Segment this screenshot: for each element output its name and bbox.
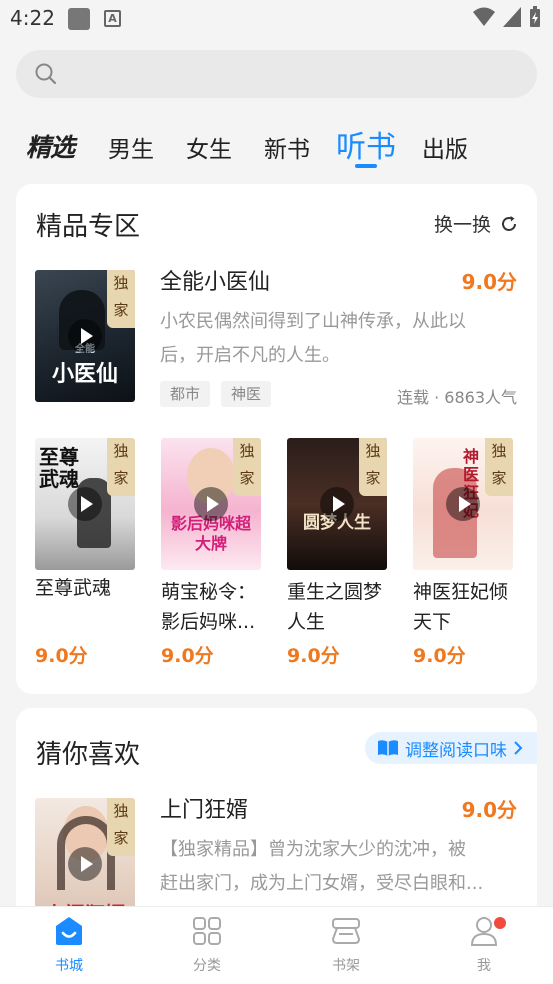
recommend-book-score: 9.0分 (461, 798, 517, 822)
main-book-meta: 连载 · 6863人气 (397, 388, 517, 407)
status-bar: 4:22 A (0, 0, 553, 38)
recommend-book-desc-2: 赶出家门，成为上门女婿，受尽白眼和... (160, 873, 484, 894)
exclusive-badge: 独家 (107, 270, 135, 328)
tag-dushi[interactable]: 都市 (160, 381, 211, 407)
refresh-button[interactable]: 换一换 (434, 210, 519, 237)
grid-book-title-4a[interactable]: 神医狂妃倾 (413, 575, 523, 609)
category-tabs: 精选 男生 女生 新书 听书 出版 (0, 112, 553, 172)
exclusive-badge: 独家 (485, 438, 513, 496)
grid-book-cover-1[interactable]: 至尊武魂 独家 (35, 438, 135, 570)
active-tab-indicator (355, 164, 377, 168)
nav-bookshelf[interactable]: 书架 (306, 915, 386, 975)
grid-book-title-2b[interactable]: 影后妈咪... (161, 605, 271, 639)
exclusive-badge: 独家 (359, 438, 387, 496)
main-book-desc-1: 小农民偶然间得到了山神传承，从此以 (160, 311, 466, 332)
play-icon (446, 487, 480, 521)
recommend-section: 猜你喜欢 调整阅读口味 上门狂婿 独家 上门狂婿 9.0分 【独家精品】曾为沈家… (16, 708, 537, 918)
grid-book-score-2: 9.0分 (161, 645, 214, 667)
grid-book-title-3a[interactable]: 重生之圆梦 (287, 575, 397, 609)
play-icon (320, 487, 354, 521)
tab-new-books[interactable]: 新书 (264, 130, 310, 164)
grid-icon (193, 917, 221, 945)
main-book-score: 9.0分 (461, 270, 517, 294)
grid-book-title-1[interactable]: 至尊武魂 (35, 571, 145, 605)
tag-shenyi[interactable]: 神医 (221, 381, 272, 407)
battery-icon (530, 6, 540, 27)
play-icon (194, 487, 228, 521)
recommend-book-desc-1: 【独家精品】曾为沈家大少的沈冲，被 (160, 839, 466, 860)
tab-audiobook[interactable]: 听书 (336, 122, 396, 166)
grid-book-cover-3[interactable]: 圆梦人生 独家 (287, 438, 387, 570)
a-notification-icon: A (104, 10, 121, 27)
main-book-title[interactable]: 全能小医仙 (160, 264, 270, 296)
play-icon (68, 487, 102, 521)
grid-book-title-4b[interactable]: 天下 (413, 605, 523, 639)
recommend-book-title[interactable]: 上门狂婿 (160, 792, 248, 824)
adjust-taste-label: 调整阅读口味 (405, 740, 507, 761)
nav-label-bookstore: 书城 (55, 958, 83, 974)
grid-book-cover-2[interactable]: 影后妈咪超大牌 独家 (161, 438, 261, 570)
featured-section: 精品专区 换一换 全能 小医仙 独家 全能小医仙 9.0分 小农民偶然间得到了山… (16, 184, 537, 694)
grid-book-title-3b[interactable]: 人生 (287, 605, 397, 639)
bottom-navigation: 书城 分类 书架 我 (0, 906, 553, 984)
refresh-label: 换一换 (433, 214, 491, 236)
nav-label-profile: 我 (477, 958, 491, 974)
grid-book-cover-4[interactable]: 神医狂妃 独家 (413, 438, 513, 570)
tab-female[interactable]: 女生 (186, 130, 232, 164)
exclusive-badge: 独家 (107, 438, 135, 496)
main-book-desc-2: 后，开启不凡的人生。 (160, 345, 340, 366)
play-icon (68, 847, 102, 881)
play-icon (68, 319, 102, 353)
nav-bookstore[interactable]: 书城 (29, 915, 109, 975)
main-book-cover[interactable]: 全能 小医仙 独家 (35, 270, 135, 402)
nav-category[interactable]: 分类 (167, 915, 247, 975)
grid-book-score-4: 9.0分 (413, 645, 466, 667)
bookshelf-icon (331, 918, 361, 944)
featured-title: 精品专区 (36, 212, 141, 242)
exclusive-badge: 独家 (107, 798, 135, 856)
book-icon (378, 740, 398, 756)
adjust-taste-button[interactable]: 调整阅读口味 (365, 732, 537, 764)
tab-publish[interactable]: 出版 (422, 130, 468, 164)
tab-jingxuan[interactable]: 精选 (26, 128, 75, 164)
search-icon (35, 63, 57, 85)
nav-label-bookshelf: 书架 (332, 958, 360, 974)
grid-book-title-2a[interactable]: 萌宝秘令： (161, 575, 271, 609)
recommend-book-cover[interactable]: 上门狂婿 独家 (35, 798, 135, 918)
grid-book-score-3: 9.0分 (287, 645, 340, 667)
notification-icon (68, 8, 90, 30)
grid-book-score-1: 9.0分 (35, 645, 88, 667)
recommend-title: 猜你喜欢 (36, 740, 141, 770)
chevron-right-icon (514, 741, 523, 755)
status-time: 4:22 (10, 6, 55, 30)
wifi-icon (473, 7, 495, 26)
tab-male[interactable]: 男生 (108, 130, 154, 164)
exclusive-badge: 独家 (233, 438, 261, 496)
refresh-icon (502, 215, 516, 231)
nav-label-category: 分类 (193, 958, 221, 974)
nav-profile[interactable]: 我 (444, 915, 524, 975)
notification-dot (494, 917, 506, 929)
search-bar[interactable] (16, 50, 537, 98)
bookstore-icon (56, 917, 82, 945)
signal-icon (503, 7, 521, 27)
